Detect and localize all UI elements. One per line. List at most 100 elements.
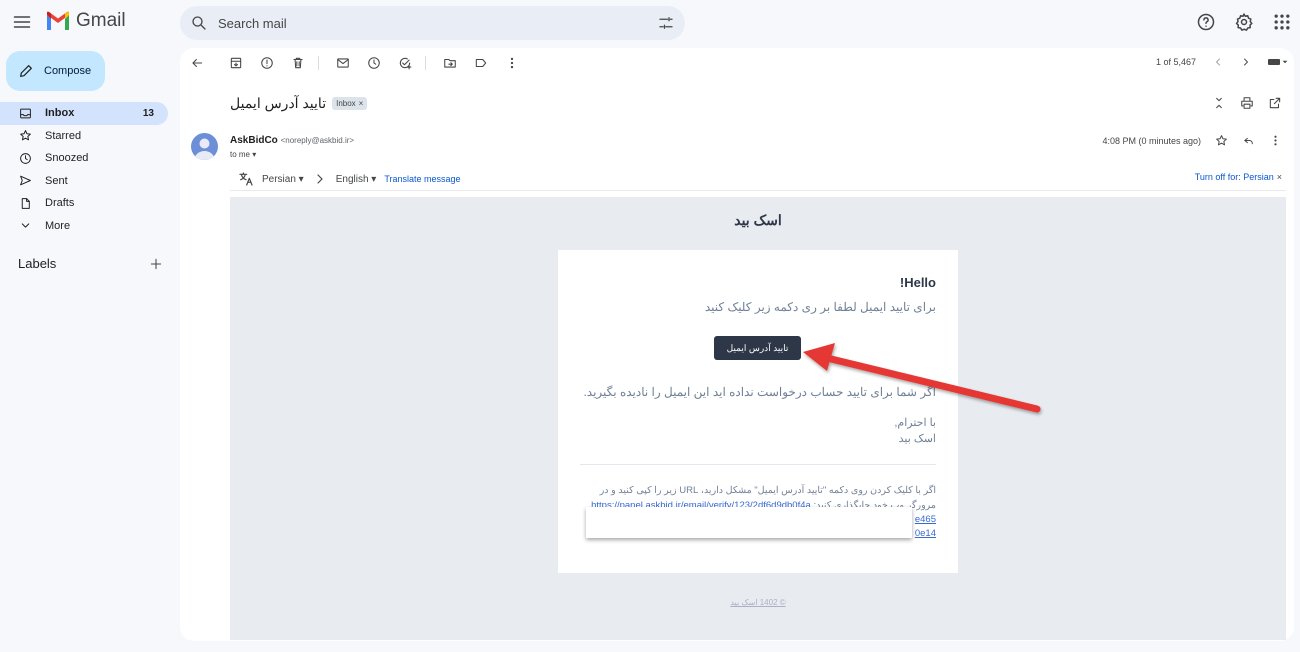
search-input[interactable]: Search mail: [218, 16, 657, 31]
chevron-right-icon: [317, 174, 323, 184]
sidebar-item-starred[interactable]: Starred: [0, 125, 168, 148]
sidebar-item-label: Drafts: [45, 197, 75, 210]
sidebar-item-snoozed[interactable]: Snoozed: [0, 147, 168, 170]
labels-title: Labels: [18, 256, 57, 271]
draft-icon: [21, 197, 30, 209]
translate-message-link[interactable]: Translate message: [384, 174, 460, 184]
label-icon: [475, 58, 487, 68]
sender-avatar[interactable]: [191, 133, 218, 160]
email-divider: [580, 464, 936, 465]
gmail-m-icon: [47, 11, 69, 30]
chevron-right-icon[interactable]: [1240, 56, 1252, 68]
sidebar-item-drafts[interactable]: Drafts: [0, 192, 168, 215]
trash-icon: [293, 57, 303, 69]
snooze-button[interactable]: [367, 56, 381, 70]
sender-email: <noreply@askbid.ir>: [280, 136, 355, 145]
close-icon[interactable]: ×: [1277, 172, 1282, 182]
target-language-select[interactable]: English ▾: [336, 174, 377, 185]
translate-bar: Persian ▾ English ▾ Translate message: [238, 171, 461, 187]
folder-move-icon: [444, 58, 456, 68]
link-overflow-text[interactable]: e465 0e14: [912, 513, 936, 541]
more-vertical-icon: [510, 57, 514, 69]
reply-icon[interactable]: [1242, 134, 1255, 147]
help-icon[interactable]: [1196, 12, 1216, 32]
chevron-down-icon: [21, 223, 30, 228]
link-hover-popup: [586, 507, 912, 538]
pager: 1 of 5,467: [1156, 56, 1288, 68]
add-label-icon[interactable]: [149, 257, 163, 271]
clock-icon: [368, 57, 380, 69]
email-greeting: Hello!: [899, 275, 936, 290]
delete-button[interactable]: [291, 56, 305, 70]
recipient-details[interactable]: to me ▾: [230, 150, 256, 159]
open-new-window-icon[interactable]: [1268, 96, 1282, 110]
collapse-all-icon[interactable]: [1212, 96, 1226, 110]
report-spam-button[interactable]: [260, 56, 274, 70]
sidebar-item-label: Inbox: [45, 107, 75, 120]
inbox-label-chip[interactable]: Inbox ×: [332, 97, 368, 110]
settings-gear-icon[interactable]: [1234, 12, 1254, 32]
message-subject: تایید آدرس ایمیل: [230, 95, 327, 111]
add-to-tasks-button[interactable]: [398, 56, 412, 70]
search-options-icon[interactable]: [657, 14, 675, 32]
verify-email-button[interactable]: تایید آدرس ایمیل: [714, 336, 801, 360]
clock-icon: [20, 152, 31, 164]
more-options-button[interactable]: [505, 56, 519, 70]
message-toolbar: [190, 54, 1290, 72]
star-icon[interactable]: [1215, 134, 1228, 147]
chevron-left-icon[interactable]: [1212, 56, 1224, 68]
turn-off-translate[interactable]: Turn off for: Persian ×: [1195, 172, 1282, 182]
annotation-arrow-icon: [803, 343, 1041, 413]
back-button[interactable]: [190, 56, 204, 70]
apps-grid-icon[interactable]: [1272, 12, 1292, 32]
sender-name[interactable]: AskBidCo: [230, 135, 278, 146]
mail-icon: [337, 58, 349, 68]
pager-text: 1 of 5,467: [1155, 57, 1196, 67]
sidebar-item-label: Sent: [45, 174, 68, 187]
sidebar-item-sent[interactable]: Sent: [0, 170, 168, 193]
star-icon: [20, 130, 31, 141]
report-icon: [261, 57, 273, 69]
toolbar-divider: [318, 56, 319, 70]
subject-row: تایید آدرس ایمیل Inbox ×: [230, 95, 368, 112]
send-icon: [20, 175, 31, 186]
add-task-icon: [399, 57, 412, 70]
translate-icon: [239, 172, 253, 186]
search-icon[interactable]: [190, 14, 208, 32]
keyboard-icon: [1268, 59, 1280, 65]
search-bar[interactable]: Search mail: [180, 6, 685, 40]
link-peek-line: e465: [914, 514, 936, 525]
move-to-button[interactable]: [443, 56, 457, 70]
message-meta: 4:08 PM (0 minutes ago): [1102, 134, 1282, 147]
print-icon[interactable]: [1240, 96, 1254, 110]
chip-label: Inbox: [336, 99, 356, 108]
unread-count: 13: [142, 107, 154, 119]
recipient-text: to me: [230, 150, 251, 159]
turn-off-text: Turn off for: Persian: [1194, 172, 1274, 182]
chip-close-icon[interactable]: ×: [359, 99, 364, 108]
mark-unread-button[interactable]: [336, 56, 350, 70]
caret-down-icon: [1282, 60, 1288, 64]
source-language: Persian: [262, 173, 296, 185]
email-copyright[interactable]: © 1402 اسک بید: [230, 598, 1286, 607]
toolbar-divider: [425, 56, 426, 70]
archive-button[interactable]: [229, 56, 243, 70]
archive-icon: [230, 57, 242, 69]
sidebar-item-label: Snoozed: [45, 152, 89, 165]
source-language-select[interactable]: Persian ▾: [262, 174, 304, 185]
gmail-logo[interactable]: Gmail: [46, 10, 126, 32]
sidebar-nav: Inbox 13 Starred Snoozed Sent Drafts Mor…: [0, 102, 168, 237]
more-vertical-icon[interactable]: [1269, 134, 1282, 147]
labels-button[interactable]: [474, 56, 488, 70]
email-instruction: برای تایید ایمیل لطفا بر ری دکمه زیر کلی…: [704, 300, 936, 314]
sender-line: AskBidCo <noreply@askbid.ir>: [230, 135, 354, 146]
message-time: 4:08 PM (0 minutes ago): [1102, 135, 1201, 146]
sidebar-item-more[interactable]: More: [0, 215, 168, 238]
signoff-name: اسک بید: [898, 433, 936, 445]
translate-divider: [230, 190, 1286, 191]
main-menu-button[interactable]: [12, 12, 36, 36]
sidebar-item-inbox[interactable]: Inbox 13: [0, 102, 168, 125]
compose-button[interactable]: Compose: [6, 51, 105, 91]
input-tools-button[interactable]: [1268, 57, 1288, 67]
pencil-icon: [20, 65, 32, 77]
